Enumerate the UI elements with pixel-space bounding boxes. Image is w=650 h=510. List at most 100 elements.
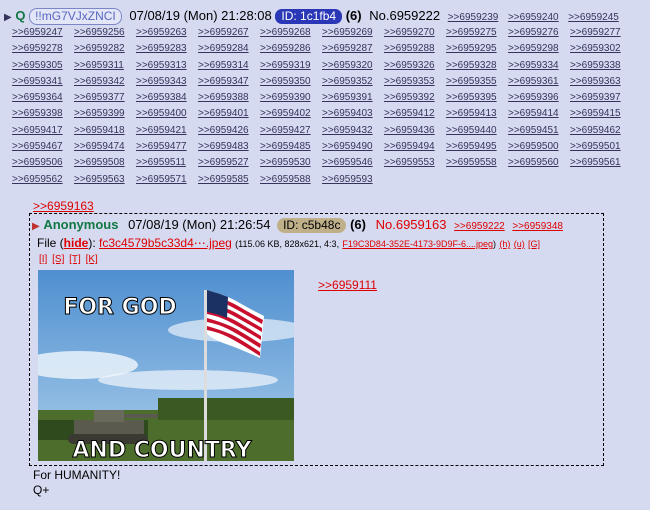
image-tool-u[interactable]: (u) <box>514 239 525 249</box>
backlink[interactable]: >>6959319 <box>260 58 322 74</box>
backlink[interactable]: >>6959240 <box>508 12 559 23</box>
backlink[interactable]: >>6959268 <box>260 25 322 41</box>
backlink[interactable]: >>6959490 <box>322 139 384 155</box>
backlink[interactable]: >>6959485 <box>260 139 322 155</box>
file-name-link[interactable]: fc3c4579b5c33d4⋯.jpeg <box>99 236 232 250</box>
backlink[interactable]: >>6959401 <box>198 106 260 122</box>
backlink[interactable]: >>6959391 <box>322 90 384 106</box>
backlink[interactable]: >>6959276 <box>508 25 570 41</box>
backlink[interactable]: >>6959284 <box>198 41 260 57</box>
backlink[interactable]: >>6959563 <box>74 172 136 188</box>
backlink[interactable]: >>6959277 <box>570 25 632 41</box>
backlink[interactable]: >>6959286 <box>260 41 322 57</box>
backlink[interactable]: >>6959390 <box>260 90 322 106</box>
backlink[interactable]: >>6959402 <box>260 106 322 122</box>
backlink[interactable]: >>6959263 <box>136 25 198 41</box>
backlink[interactable]: >>6959269 <box>322 25 384 41</box>
post-number[interactable]: No.6959222 <box>369 8 440 23</box>
backlink[interactable]: >>6959426 <box>198 123 260 139</box>
backlink[interactable]: >>6959314 <box>198 58 260 74</box>
backlink[interactable]: >>6959350 <box>260 74 322 90</box>
backlink[interactable]: >>6959342 <box>74 74 136 90</box>
backlink[interactable]: >>6959363 <box>570 74 632 90</box>
body-quote-link[interactable]: >>6959111 <box>318 278 377 292</box>
backlink[interactable]: >>6959302 <box>570 41 632 57</box>
backlink[interactable]: >>6959440 <box>446 123 508 139</box>
backlink[interactable]: >>6959326 <box>384 58 446 74</box>
backlink[interactable]: >>6959305 <box>12 58 74 74</box>
backlink[interactable]: >>6959334 <box>508 58 570 74</box>
backlink[interactable]: >>6959267 <box>198 25 260 41</box>
backlink[interactable]: >>6959397 <box>570 90 632 106</box>
backlink[interactable]: >>6959415 <box>570 106 632 122</box>
backlink[interactable]: >>6959313 <box>136 58 198 74</box>
backlink[interactable]: >>6959270 <box>384 25 446 41</box>
backlink[interactable]: >>6959501 <box>570 139 632 155</box>
poster-id-badge[interactable]: ID: c5b48c <box>277 218 347 233</box>
backlink[interactable]: >>6959222 <box>454 221 505 232</box>
backlink[interactable]: >>6959395 <box>446 90 508 106</box>
backlink[interactable]: >>6959495 <box>446 139 508 155</box>
image-tool-s[interactable]: [S] <box>52 254 64 265</box>
post-number[interactable]: No.6959163 <box>376 217 447 232</box>
backlink[interactable]: >>6959571 <box>136 172 198 188</box>
backlink[interactable]: >>6959483 <box>198 139 260 155</box>
backlink[interactable]: >>6959414 <box>508 106 570 122</box>
quoted-post-link[interactable]: >>6959163 <box>33 199 94 213</box>
poster-id-badge[interactable]: ID: 1c1fb4 <box>275 9 343 24</box>
backlink[interactable]: >>6959432 <box>322 123 384 139</box>
backlink[interactable]: >>6959361 <box>508 74 570 90</box>
backlink[interactable]: >>6959412 <box>384 106 446 122</box>
backlink[interactable]: >>6959364 <box>12 90 74 106</box>
backlink[interactable]: >>6959298 <box>508 41 570 57</box>
backlink[interactable]: >>6959451 <box>508 123 570 139</box>
backlink[interactable]: >>6959343 <box>136 74 198 90</box>
backlink[interactable]: >>6959256 <box>74 25 136 41</box>
image-tool-i[interactable]: [I] <box>39 254 47 265</box>
backlink[interactable]: >>6959355 <box>446 74 508 90</box>
backlink[interactable]: >>6959477 <box>136 139 198 155</box>
backlink[interactable]: >>6959295 <box>446 41 508 57</box>
original-filename-link[interactable]: F19C3D84-352E-4173-9D9F-6....jpeg <box>342 239 493 249</box>
backlink[interactable]: >>6959585 <box>198 172 260 188</box>
backlink[interactable]: >>6959462 <box>570 123 632 139</box>
backlink[interactable]: >>6959467 <box>12 139 74 155</box>
image-tool-g[interactable]: [G] <box>528 239 540 249</box>
backlink[interactable]: >>6959283 <box>136 41 198 57</box>
backlink[interactable]: >>6959421 <box>136 123 198 139</box>
backlink[interactable]: >>6959506 <box>12 155 74 171</box>
backlink[interactable]: >>6959278 <box>12 41 74 57</box>
backlink[interactable]: >>6959377 <box>74 90 136 106</box>
backlink[interactable]: >>6959500 <box>508 139 570 155</box>
backlink[interactable]: >>6959511 <box>136 155 198 171</box>
backlink[interactable]: >>6959558 <box>446 155 508 171</box>
backlink[interactable]: >>6959275 <box>446 25 508 41</box>
image-tool-k[interactable]: [K] <box>86 254 98 265</box>
backlink[interactable]: >>6959328 <box>446 58 508 74</box>
backlink[interactable]: >>6959388 <box>198 90 260 106</box>
backlink[interactable]: >>6959418 <box>74 123 136 139</box>
backlink[interactable]: >>6959399 <box>74 106 136 122</box>
backlink[interactable]: >>6959245 <box>568 12 619 23</box>
backlink[interactable]: >>6959287 <box>322 41 384 57</box>
backlink[interactable]: >>6959530 <box>260 155 322 171</box>
backlink[interactable]: >>6959413 <box>446 106 508 122</box>
backlink[interactable]: >>6959353 <box>384 74 446 90</box>
backlink[interactable]: >>6959338 <box>570 58 632 74</box>
backlink[interactable]: >>6959282 <box>74 41 136 57</box>
backlink[interactable]: >>6959239 <box>448 12 499 23</box>
backlink[interactable]: >>6959417 <box>12 123 74 139</box>
post-menu-arrow-icon[interactable]: ▶ <box>4 12 12 23</box>
backlink[interactable]: >>6959348 <box>512 221 563 232</box>
backlink[interactable]: >>6959593 <box>322 172 384 188</box>
backlink[interactable]: >>6959562 <box>12 172 74 188</box>
backlink[interactable]: >>6959427 <box>260 123 322 139</box>
backlink[interactable]: >>6959384 <box>136 90 198 106</box>
backlink[interactable]: >>6959247 <box>12 25 74 41</box>
backlink[interactable]: >>6959311 <box>74 58 136 74</box>
post-image[interactable]: FOR GOD AND COUNTRY <box>38 270 294 461</box>
backlink[interactable]: >>6959288 <box>384 41 446 57</box>
backlink[interactable]: >>6959341 <box>12 74 74 90</box>
backlink[interactable]: >>6959320 <box>322 58 384 74</box>
backlink[interactable]: >>6959508 <box>74 155 136 171</box>
